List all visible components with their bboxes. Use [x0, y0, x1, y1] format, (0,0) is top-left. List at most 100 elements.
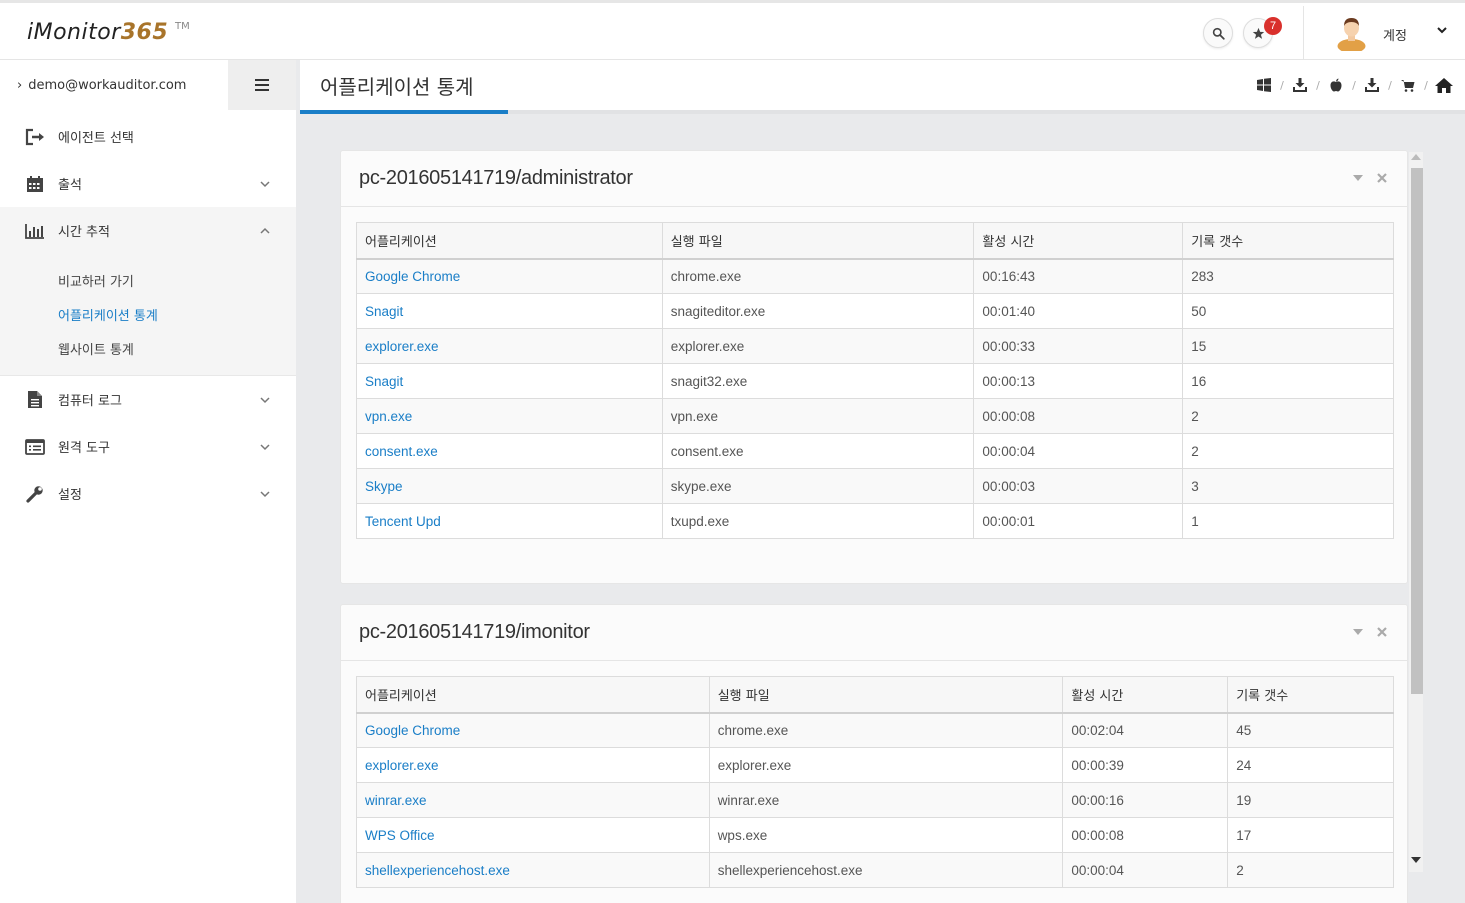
record-count-cell: 16 — [1182, 363, 1394, 399]
sidebar-item-agent-select[interactable]: 에이전트 선택 — [0, 113, 296, 160]
column-header[interactable]: 기록 갯수 — [1227, 676, 1394, 714]
column-header[interactable]: 활성 시간 — [1062, 676, 1229, 714]
main-content: 어플리케이션 통계 / / / / / pc-201605141719/admi… — [300, 60, 1465, 903]
sidebar-item-label: 에이전트 선택 — [58, 131, 134, 146]
table-row: Tencent Upd txupd.exe 00:00:01 1 — [356, 503, 1394, 539]
exe-cell: consent.exe — [661, 433, 975, 469]
close-icon[interactable] — [1375, 625, 1389, 639]
search-button[interactable] — [1203, 18, 1233, 48]
column-header[interactable]: 기록 갯수 — [1182, 222, 1394, 260]
table-row: Google Chrome chrome.exe 00:16:43 283 — [356, 258, 1394, 294]
app-name-link[interactable]: Snagit — [356, 363, 663, 399]
record-count-cell: 3 — [1182, 468, 1394, 504]
record-count-cell: 24 — [1227, 747, 1394, 783]
table-row: Google Chrome chrome.exe 00:02:04 45 — [356, 712, 1394, 748]
exe-cell: chrome.exe — [708, 712, 1064, 748]
cart-icon[interactable] — [1397, 76, 1419, 94]
submenu-item-app-stats[interactable]: 어플리케이션 통계 — [58, 305, 158, 324]
column-header[interactable]: 어플리케이션 — [356, 676, 710, 714]
scrollbar-thumb[interactable] — [1411, 168, 1423, 694]
table-row: vpn.exe vpn.exe 00:00:08 2 — [356, 398, 1394, 434]
active-time-cell: 00:00:08 — [1062, 817, 1229, 853]
exe-cell: shellexperiencehost.exe — [708, 852, 1064, 888]
sidebar-item-label: 출석 — [58, 178, 82, 193]
column-header[interactable]: 활성 시간 — [973, 222, 1184, 260]
active-time-cell: 00:00:04 — [973, 433, 1184, 469]
breadcrumb-separator: / — [1316, 78, 1320, 92]
user-email-row[interactable]: › demo@workauditor.com — [0, 60, 228, 110]
download-icon[interactable] — [1361, 76, 1383, 94]
star-icon — [1252, 27, 1264, 39]
app-name-link[interactable]: explorer.exe — [356, 747, 710, 783]
column-header[interactable]: 실행 파일 — [661, 222, 975, 260]
active-time-cell: 00:00:03 — [973, 468, 1184, 504]
active-time-cell: 00:00:39 — [1062, 747, 1229, 783]
exe-cell: vpn.exe — [661, 398, 975, 434]
logo[interactable]: iMonitor365 — [27, 20, 168, 45]
chevron-down-icon — [260, 181, 270, 188]
app-name-link[interactable]: winrar.exe — [356, 782, 710, 818]
calendar-icon — [25, 174, 45, 194]
submenu-item-website-stats[interactable]: 웹사이트 통계 — [58, 339, 134, 358]
breadcrumb: / / / / / — [1253, 76, 1455, 94]
app-name-link[interactable]: Google Chrome — [356, 258, 663, 294]
page-bar-accent — [300, 110, 508, 114]
breadcrumb-separator: / — [1280, 78, 1284, 92]
list-icon — [25, 437, 45, 457]
app-name-link[interactable]: Skype — [356, 468, 663, 504]
sign-out-icon — [25, 127, 45, 147]
panel-header: pc-201605141719/administrator — [341, 151, 1407, 207]
bar-chart-icon — [25, 221, 45, 241]
app-name-link[interactable]: explorer.exe — [356, 328, 663, 364]
download-icon[interactable] — [1289, 76, 1311, 94]
time-tracking-submenu: 비교하러 가기 어플리케이션 통계 웹사이트 통계 — [0, 254, 296, 376]
active-time-cell: 00:00:33 — [973, 328, 1184, 364]
table-row: Snagit snagit32.exe 00:00:13 16 — [356, 363, 1394, 399]
app-name-link[interactable]: Snagit — [356, 293, 663, 329]
close-icon[interactable] — [1375, 171, 1389, 185]
scroll-down-icon[interactable] — [1411, 857, 1421, 863]
column-header[interactable]: 실행 파일 — [708, 676, 1064, 714]
sidebar-item-attendance[interactable]: 출석 — [0, 160, 296, 207]
sidebar-item-remote-tools[interactable]: 원격 도구 — [0, 423, 296, 470]
sidebar-item-settings[interactable]: 설정 — [0, 470, 296, 517]
collapse-icon[interactable] — [1351, 625, 1365, 639]
sidebar-item-computer-log[interactable]: 컴퓨터 로그 — [0, 376, 296, 423]
record-count-cell: 19 — [1227, 782, 1394, 818]
header-divider — [1303, 6, 1304, 62]
record-count-cell: 283 — [1182, 258, 1394, 294]
sidebar-item-label: 컴퓨터 로그 — [58, 394, 122, 409]
app-name-link[interactable]: WPS Office — [356, 817, 710, 853]
app-name-link[interactable]: Google Chrome — [356, 712, 710, 748]
sidebar-toggle-button[interactable] — [228, 60, 296, 110]
submenu-item-compare[interactable]: 비교하러 가기 — [58, 271, 134, 290]
app-name-link[interactable]: vpn.exe — [356, 398, 663, 434]
table-body: Google Chrome chrome.exe 00:02:04 45 explore… — [356, 712, 1394, 888]
chevron-right-icon: › — [17, 77, 23, 93]
chevron-down-icon[interactable] — [1436, 25, 1448, 35]
record-count-cell: 17 — [1227, 817, 1394, 853]
exe-cell: skype.exe — [661, 468, 975, 504]
apple-icon[interactable] — [1325, 76, 1347, 94]
table-row: Snagit snagiteditor.exe 00:01:40 50 — [356, 293, 1394, 329]
chevron-up-icon — [260, 227, 270, 234]
wrench-icon — [25, 484, 45, 504]
file-icon — [25, 390, 45, 410]
panel-title: pc-201605141719/imonitor — [359, 621, 590, 643]
exe-cell: chrome.exe — [661, 258, 975, 294]
sidebar-item-time-tracking[interactable]: 시간 추적 — [0, 207, 296, 254]
app-name-link[interactable]: consent.exe — [356, 433, 663, 469]
account-label[interactable]: 계정 — [1383, 25, 1407, 44]
app-name-link[interactable]: Tencent Upd — [356, 503, 663, 539]
app-name-link[interactable]: shellexperiencehost.exe — [356, 852, 710, 888]
avatar[interactable] — [1335, 15, 1368, 51]
home-icon[interactable] — [1433, 76, 1455, 94]
record-count-cell: 45 — [1227, 712, 1394, 748]
notification-badge: 7 — [1264, 17, 1282, 35]
scroll-up-icon[interactable] — [1411, 154, 1421, 160]
sidebar: › demo@workauditor.com 에이전트 선택 출석 시간 추적 … — [0, 60, 296, 903]
column-header[interactable]: 어플리케이션 — [356, 222, 663, 260]
exe-cell: winrar.exe — [708, 782, 1064, 818]
collapse-icon[interactable] — [1351, 171, 1365, 185]
windows-icon[interactable] — [1253, 76, 1275, 94]
